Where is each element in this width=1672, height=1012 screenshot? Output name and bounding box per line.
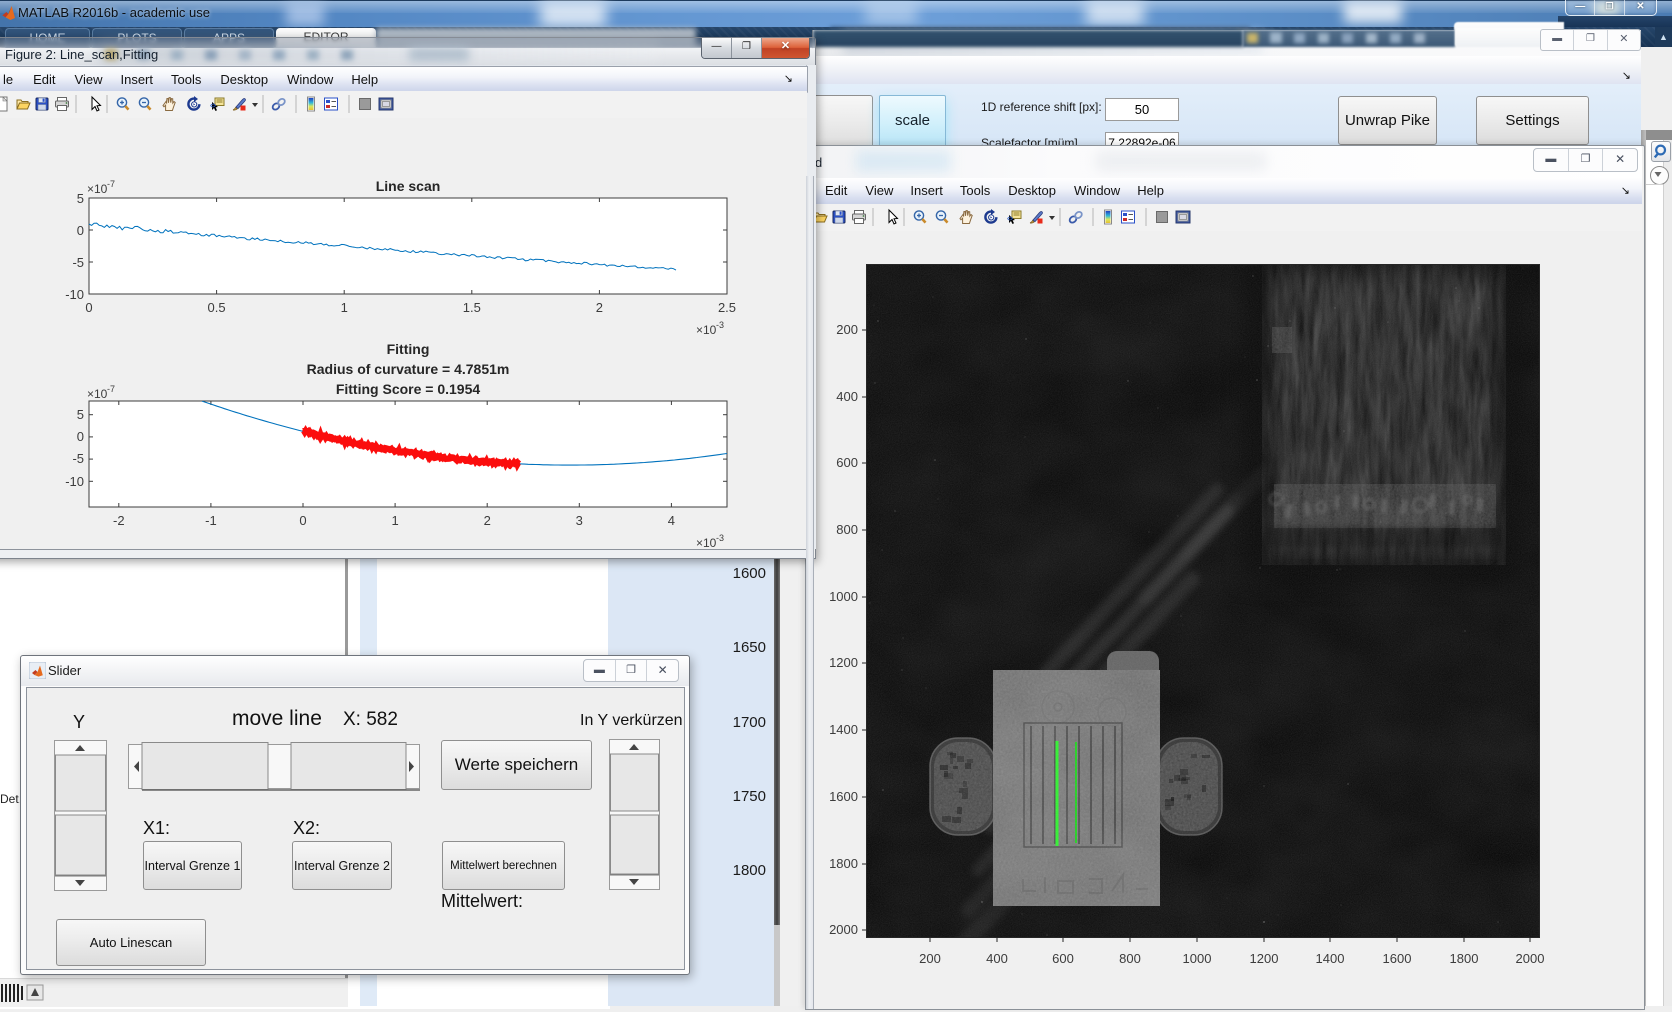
svg-text:1400: 1400 <box>1316 951 1345 966</box>
svg-text:×10: ×10 <box>87 182 108 196</box>
svg-text:2000: 2000 <box>829 922 858 937</box>
svg-text:1: 1 <box>341 300 348 315</box>
svg-text:-7: -7 <box>107 384 115 394</box>
svg-text:800: 800 <box>1119 951 1141 966</box>
svg-text:400: 400 <box>986 951 1008 966</box>
svg-text:×10: ×10 <box>87 387 108 401</box>
svg-text:600: 600 <box>1052 951 1074 966</box>
svg-text:1200: 1200 <box>829 655 858 670</box>
svg-text:1.5: 1.5 <box>463 300 481 315</box>
svg-text:1000: 1000 <box>829 589 858 604</box>
svg-text:2000: 2000 <box>1516 951 1545 966</box>
svg-text:0.5: 0.5 <box>208 300 226 315</box>
svg-text:1000: 1000 <box>1183 951 1212 966</box>
svg-text:1200: 1200 <box>1250 951 1279 966</box>
svg-text:600: 600 <box>836 455 858 470</box>
svg-text:×10: ×10 <box>696 536 717 549</box>
svg-text:-10: -10 <box>65 474 84 489</box>
svg-text:1: 1 <box>391 513 398 528</box>
svg-text:-2: -2 <box>113 513 125 528</box>
svg-text:1800: 1800 <box>1450 951 1479 966</box>
svg-text:0: 0 <box>77 429 84 444</box>
svg-text:1400: 1400 <box>829 722 858 737</box>
svg-text:800: 800 <box>836 522 858 537</box>
svg-text:400: 400 <box>836 389 858 404</box>
svg-text:×10: ×10 <box>696 323 717 337</box>
svg-text:5: 5 <box>77 191 84 206</box>
svg-text:5: 5 <box>77 407 84 422</box>
svg-text:1600: 1600 <box>1383 951 1412 966</box>
svg-text:2: 2 <box>484 513 491 528</box>
svg-text:200: 200 <box>836 322 858 337</box>
svg-text:Fitting Score = 0.1954: Fitting Score = 0.1954 <box>336 381 481 397</box>
svg-text:4: 4 <box>668 513 675 528</box>
svg-text:0: 0 <box>77 223 84 238</box>
svg-text:200: 200 <box>919 951 941 966</box>
svg-text:-5: -5 <box>72 451 84 466</box>
svg-text:-7: -7 <box>107 179 115 189</box>
svg-text:3: 3 <box>576 513 583 528</box>
svg-text:-3: -3 <box>716 320 724 330</box>
svg-text:0: 0 <box>85 300 92 315</box>
svg-text:Radius of curvature = 4.7851m: Radius of curvature = 4.7851m <box>307 361 510 377</box>
svg-text:-10: -10 <box>65 287 84 302</box>
svg-text:2.5: 2.5 <box>718 300 736 315</box>
svg-text:-1: -1 <box>205 513 217 528</box>
svg-text:0: 0 <box>299 513 306 528</box>
svg-text:-3: -3 <box>716 533 724 543</box>
svg-text:2: 2 <box>596 300 603 315</box>
svg-text:Line scan: Line scan <box>376 178 441 194</box>
svg-text:Fitting: Fitting <box>387 341 430 357</box>
svg-text:1600: 1600 <box>829 789 858 804</box>
svg-text:-5: -5 <box>72 255 84 270</box>
svg-text:1800: 1800 <box>829 856 858 871</box>
